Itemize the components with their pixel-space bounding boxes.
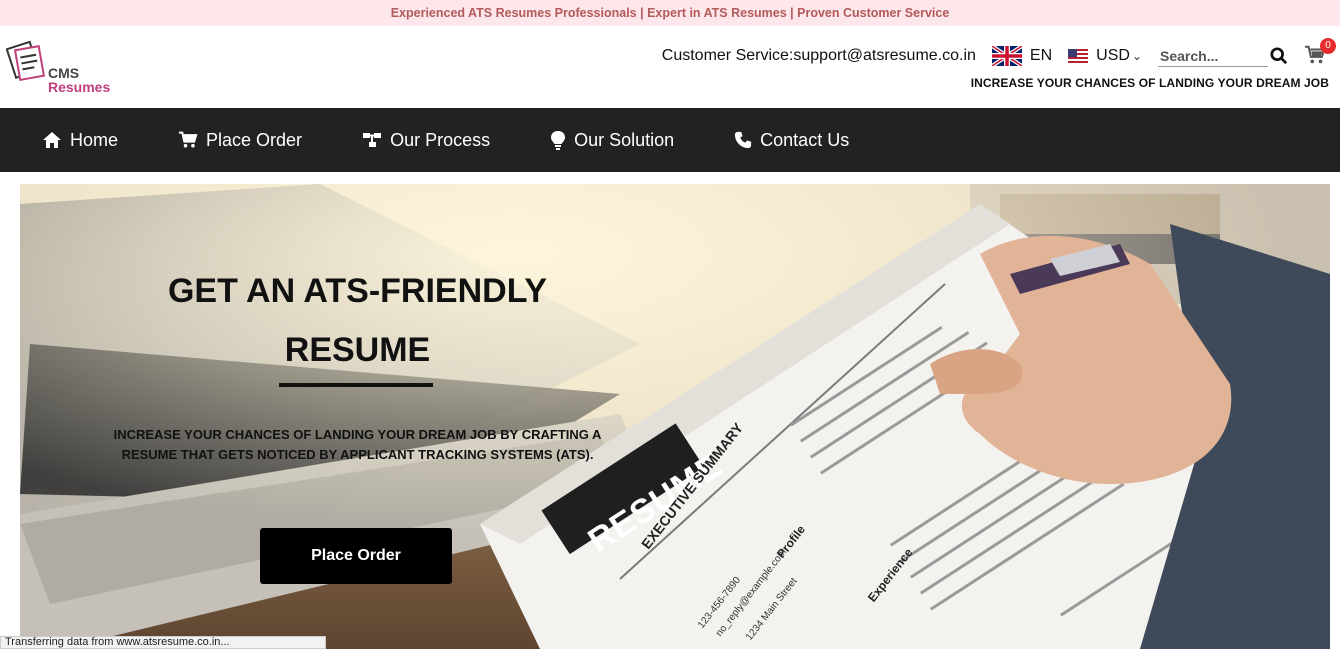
header-utilities: Customer Service:support@atsresume.co.in… xyxy=(662,38,1336,68)
chevron-down-icon[interactable]: ⌄ xyxy=(1132,49,1142,63)
site-logo[interactable]: CMS Resumes xyxy=(6,38,121,98)
header-tagline: INCREASE YOUR CHANCES OF LANDING YOUR DR… xyxy=(970,76,1329,90)
place-order-button[interactable]: Place Order xyxy=(260,528,452,584)
home-icon xyxy=(43,132,61,148)
cart-icon[interactable]: 0 xyxy=(1304,38,1336,68)
hero-title-line-1: GET AN ATS-FRIENDLY xyxy=(167,272,548,310)
cart-icon xyxy=(179,131,198,148)
main-navigation: Home Place Order Our Process Our Solutio… xyxy=(0,108,1340,172)
hero-subtitle: INCREASE YOUR CHANCES OF LANDING YOUR DR… xyxy=(113,427,602,462)
title-underline xyxy=(279,383,433,387)
lightbulb-icon xyxy=(551,131,566,150)
nav-item-our-solution[interactable]: Our Solution xyxy=(550,130,674,151)
announcement-bar: Experienced ATS Resumes Professionals | … xyxy=(0,0,1340,26)
nav-item-home[interactable]: Home xyxy=(42,130,118,151)
hero-background-image xyxy=(20,184,1330,649)
nav-label: Place Order xyxy=(206,129,303,150)
nav-item-place-order[interactable]: Place Order xyxy=(178,130,302,151)
us-flag-icon xyxy=(1068,49,1089,63)
nav-item-our-process[interactable]: Our Process xyxy=(362,130,490,151)
browser-status-bar: Transferring data from www.atsresume.co.… xyxy=(0,636,326,649)
search-input[interactable] xyxy=(1158,45,1268,67)
cart-count-badge: 0 xyxy=(1320,38,1336,54)
nav-label: Our Solution xyxy=(574,129,675,150)
search-icon[interactable] xyxy=(1268,45,1290,67)
customer-service-link[interactable]: Customer Service:support@atsresume.co.in xyxy=(662,47,976,65)
nav-label: Home xyxy=(70,129,119,150)
hero-banner: GET AN ATS-FRIENDLY RESUME INCREASE YOUR… xyxy=(20,184,1330,649)
phone-icon xyxy=(735,131,752,149)
nav-item-contact-us[interactable]: Contact Us xyxy=(734,130,849,151)
hero-title-line-2: RESUME xyxy=(284,331,431,369)
language-selector[interactable]: EN xyxy=(1030,47,1052,65)
sitemap-icon xyxy=(363,133,382,147)
hero-title: GET AN ATS-FRIENDLY RESUME xyxy=(115,262,600,380)
logo-text-resumes: Resumes xyxy=(48,79,111,95)
site-header: CMS Resumes Customer Service:support@ats… xyxy=(0,26,1340,108)
uk-flag-icon xyxy=(991,46,1022,66)
nav-label: Contact Us xyxy=(760,129,850,150)
currency-selector[interactable]: USD xyxy=(1096,47,1130,65)
nav-label: Our Process xyxy=(390,129,491,150)
